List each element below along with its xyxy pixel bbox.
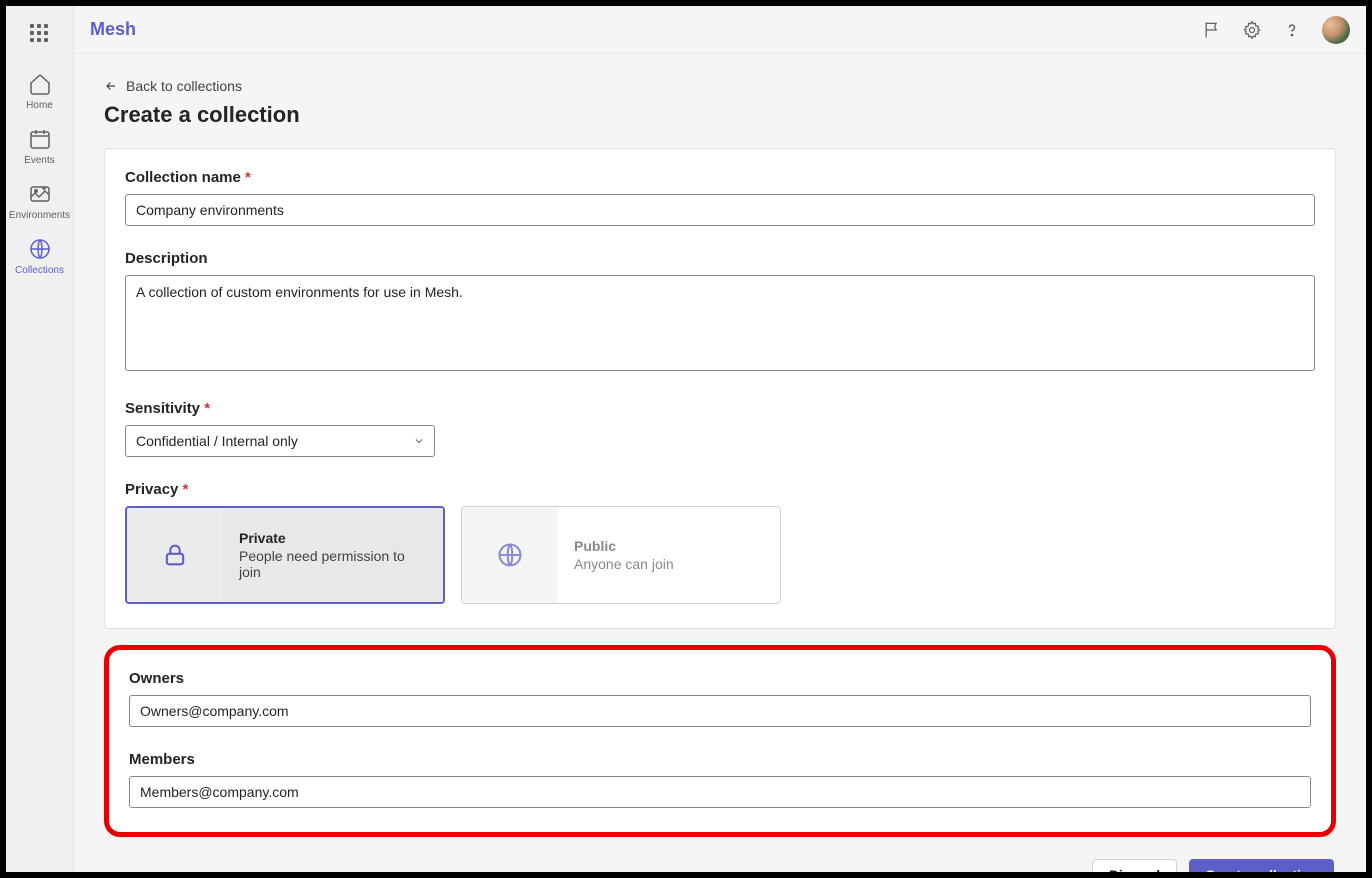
privacy-private-title: Private [239, 530, 427, 546]
form-card-members: Owners Members [104, 645, 1336, 837]
create-collection-button[interactable]: Create collection [1189, 859, 1334, 872]
field-collection-name: Collection name [125, 169, 1315, 226]
help-icon[interactable] [1276, 14, 1308, 46]
page-title: Create a collection [104, 102, 1336, 128]
calendar-icon [28, 127, 52, 151]
rail-item-home[interactable]: Home [6, 64, 74, 119]
sensitivity-select[interactable] [125, 425, 435, 457]
field-members: Members [129, 751, 1311, 808]
globe-icon [28, 237, 52, 261]
app-launcher-icon[interactable] [30, 24, 50, 44]
privacy-option-public[interactable]: Public Anyone can join [461, 506, 781, 604]
description-label: Description [125, 250, 1315, 267]
arrow-left-icon [104, 79, 118, 93]
privacy-option-private[interactable]: Private People need permission to join [125, 506, 445, 604]
field-owners: Owners [129, 670, 1311, 727]
collection-name-label: Collection name [125, 169, 1315, 186]
privacy-label: Privacy [125, 481, 1315, 498]
form-card-main: Collection name Description A collection… [104, 148, 1336, 629]
privacy-public-title: Public [574, 538, 764, 554]
rail-item-events[interactable]: Events [6, 119, 74, 174]
lock-icon [161, 541, 189, 569]
back-to-collections-link[interactable]: Back to collections [104, 74, 242, 98]
rail-label-collections: Collections [15, 265, 64, 276]
field-description: Description A collection of custom envir… [125, 250, 1315, 376]
rail-label-events: Events [24, 155, 55, 166]
app-title: Mesh [90, 19, 136, 40]
rail-item-collections[interactable]: Collections [6, 229, 74, 284]
main-area: Mesh Back to collections Create a collec… [74, 6, 1366, 872]
privacy-private-sub: People need permission to join [239, 548, 427, 580]
field-privacy: Privacy Private People need permission t… [125, 481, 1315, 604]
rail-label-environments: Environments [9, 210, 70, 221]
discard-button[interactable]: Discard [1092, 859, 1177, 872]
footer-actions: Discard Create collection [104, 853, 1336, 872]
user-avatar[interactable] [1322, 16, 1350, 44]
environments-icon [28, 182, 52, 206]
members-label: Members [129, 751, 1311, 768]
top-bar: Mesh [74, 6, 1366, 54]
flag-icon[interactable] [1196, 14, 1228, 46]
privacy-public-sub: Anyone can join [574, 556, 764, 572]
settings-gear-icon[interactable] [1236, 14, 1268, 46]
description-input[interactable]: A collection of custom environments for … [125, 275, 1315, 371]
rail-label-home: Home [26, 100, 53, 111]
page-content: Back to collections Create a collection … [74, 54, 1366, 872]
rail-item-environments[interactable]: Environments [6, 174, 74, 229]
owners-input[interactable] [129, 695, 1311, 727]
back-link-text: Back to collections [126, 78, 242, 94]
app-rail: Home Events Environments Collections [6, 6, 74, 872]
collection-name-input[interactable] [125, 194, 1315, 226]
members-input[interactable] [129, 776, 1311, 808]
home-icon [28, 72, 52, 96]
field-sensitivity: Sensitivity [125, 400, 1315, 457]
owners-label: Owners [129, 670, 1311, 687]
globe-icon [496, 541, 524, 569]
app-window: Home Events Environments Collections Mes… [0, 0, 1372, 878]
sensitivity-label: Sensitivity [125, 400, 1315, 417]
